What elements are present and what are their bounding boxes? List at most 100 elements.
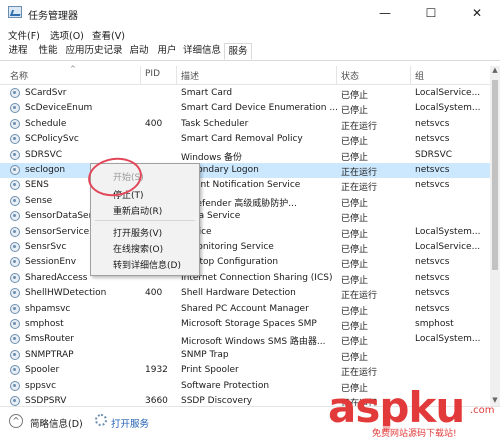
ctx-search-online[interactable]: 在线搜索(O) <box>113 242 163 255</box>
maximize-button[interactable]: ☐ <box>408 0 454 26</box>
table-row[interactable]: SCardSvr Smart Card 已停止 LocalService... <box>0 86 490 101</box>
table-row[interactable]: SensorDataSer... ...ata Service 已停止 <box>0 209 490 224</box>
column-status[interactable]: 状态 <box>341 69 359 82</box>
table-row[interactable]: SensorService...rvice已停止LocalSystem... <box>0 225 490 240</box>
service-gear-icon <box>10 288 20 299</box>
ctx-start[interactable]: 开始(S) <box>113 170 144 183</box>
tab-performance[interactable]: 性能 <box>34 43 62 60</box>
table-row[interactable]: SharedAccess Internet Connection Sharing … <box>0 271 490 286</box>
menu-view[interactable]: 查看(V) <box>92 28 125 42</box>
column-divider[interactable] <box>410 66 411 84</box>
service-status: 已停止 <box>341 137 369 148</box>
menu-options[interactable]: 选项(O) <box>50 28 84 42</box>
service-status: 已停止 <box>341 229 369 240</box>
ctx-open-services[interactable]: 打开服务(V) <box>113 226 162 239</box>
service-name: SNMPTRAP <box>25 349 74 360</box>
table-row[interactable]: ScDeviceEnum Smart Card Device Enumeratio… <box>0 101 490 116</box>
service-name: SENS <box>25 180 49 191</box>
table-row[interactable]: SessionEnv ...sktop Configuration 已停止 netsv… <box>0 255 490 270</box>
service-group: smphost <box>415 319 454 329</box>
service-status: 已停止 <box>341 337 369 348</box>
open-services-link[interactable]: 打开服务 <box>111 416 149 430</box>
service-status: 正在运行 <box>341 183 378 194</box>
table-row[interactable]: SmsRouter Microsoft Windows SMS 路由器... 已停止… <box>0 332 490 347</box>
service-status: 正在运行 <box>341 121 378 132</box>
table-row[interactable]: SNMPTRAP SNMP Trap 已停止 <box>0 348 490 363</box>
service-pid: 1932 <box>145 365 168 376</box>
table-row[interactable]: SDRSVC Windows 备份 已停止 SDRSVC <box>0 148 490 163</box>
tab-details[interactable]: 详细信息 <box>182 43 222 60</box>
column-group[interactable]: 组 <box>415 69 424 82</box>
service-gear-icon <box>10 165 20 175</box>
tab-services[interactable]: 服务 <box>224 43 252 60</box>
service-status: 正在运行 <box>341 291 378 302</box>
menu-bar: 文件(F) 选项(O) 查看(V) <box>0 26 500 43</box>
service-group: LocalSystem... <box>415 103 481 114</box>
table-row[interactable]: SCPolicySvc Smart Card Removal Policy 已停止 n… <box>0 132 490 147</box>
service-status: 已停止 <box>341 275 369 286</box>
service-name: SCardSvr <box>25 88 67 98</box>
vertical-scrollbar[interactable]: ▲ ▼ <box>490 66 500 406</box>
table-row[interactable]: seclogon Secondary Logon 正在运行 netsvcs <box>0 163 490 179</box>
service-gear-icon <box>10 149 20 160</box>
table-row[interactable]: shpamsvc Shared PC Account Manager 已停止 nets… <box>0 302 490 317</box>
service-name: Sense <box>25 195 53 206</box>
menu-file[interactable]: 文件(F) <box>8 28 40 42</box>
task-manager-window: 任务管理器 — ☐ ✕ 文件(F) 选项(O) 查看(V) 进程 性能 应用历史… <box>0 0 500 447</box>
scroll-thumb[interactable] <box>492 80 498 270</box>
service-group: SDRSVC <box>415 149 453 160</box>
scroll-up-icon[interactable]: ▲ <box>490 66 500 76</box>
table-row[interactable]: smphost Microsoft Storage Spaces SMP 已停止 sm… <box>0 317 490 332</box>
column-divider[interactable] <box>176 66 177 84</box>
service-description: Microsoft Windows SMS 路由器... <box>181 337 326 348</box>
close-button[interactable]: ✕ <box>454 0 500 26</box>
less-details-link[interactable]: 简略信息(D) <box>30 416 83 430</box>
tab-startup[interactable]: 启动 <box>126 43 152 60</box>
service-group: LocalService... <box>415 242 481 252</box>
tab-users[interactable]: 用户 <box>154 43 180 60</box>
chevron-up-icon[interactable]: ^ <box>9 414 23 428</box>
minimize-button[interactable]: — <box>362 0 408 26</box>
table-row[interactable]: SENS ...vent Notification Service 正在运行 nets… <box>0 178 490 193</box>
service-gear-icon <box>10 180 20 191</box>
services-icon <box>95 414 107 426</box>
window-title: 任务管理器 <box>28 11 78 22</box>
table-header: ^ 名称 PID 描述 状态 组 <box>0 65 490 85</box>
service-status: 已停止 <box>341 322 369 332</box>
service-status: 已停止 <box>341 152 369 163</box>
column-pid[interactable]: PID <box>145 69 160 79</box>
column-divider[interactable] <box>336 66 337 84</box>
ctx-stop[interactable]: 停止(T) <box>113 188 144 201</box>
ctx-restart[interactable]: 重新启动(R) <box>113 204 162 217</box>
service-name: ScDeviceEnum <box>25 103 93 114</box>
table-row[interactable]: Sense ...Defender 高级威胁防护... 已停止 <box>0 194 490 209</box>
service-group: netsvcs <box>415 257 450 268</box>
table-row[interactable]: SensrSvc ...Monitoring Service 已停止 LocalSer… <box>0 240 490 255</box>
column-divider[interactable] <box>140 66 141 84</box>
service-group: netsvcs <box>415 118 450 129</box>
service-name: SCPolicySvc <box>25 134 79 145</box>
service-name: seclogon <box>25 165 66 175</box>
service-status: 已停止 <box>341 306 369 317</box>
ctx-go-to-details[interactable]: 转到详细信息(D) <box>113 258 181 271</box>
service-status: 正在运行 <box>341 168 378 178</box>
service-description: Smart Card Removal Policy <box>181 134 303 145</box>
table-row[interactable]: Schedule 400 Task Scheduler 正在运行 netsvcs <box>0 117 490 132</box>
watermark-logo: aspku <box>328 383 465 432</box>
table-row[interactable]: ShellHWDetection 400 Shell Hardware Detect… <box>0 286 490 301</box>
service-description: Software Protection <box>181 380 270 391</box>
service-description: Internet Connection Sharing (ICS) <box>181 272 333 283</box>
tab-processes[interactable]: 进程 <box>4 43 32 60</box>
service-status: 已停止 <box>341 260 369 271</box>
column-description[interactable]: 描述 <box>181 69 199 82</box>
service-pid: 3660 <box>145 396 168 406</box>
table-row[interactable]: Spooler 1932 Print Spooler 正在运行 <box>0 363 490 378</box>
tab-app-history[interactable]: 应用历史记录 <box>64 43 124 60</box>
service-description: Shared PC Account Manager <box>181 303 309 314</box>
service-group: netsvcs <box>415 288 450 299</box>
service-pid: 400 <box>145 118 163 129</box>
service-name: ShellHWDetection <box>25 288 107 299</box>
service-description: Windows 备份 <box>181 152 243 163</box>
watermark-tld: .com <box>470 405 495 416</box>
column-name[interactable]: 名称 <box>10 69 28 82</box>
